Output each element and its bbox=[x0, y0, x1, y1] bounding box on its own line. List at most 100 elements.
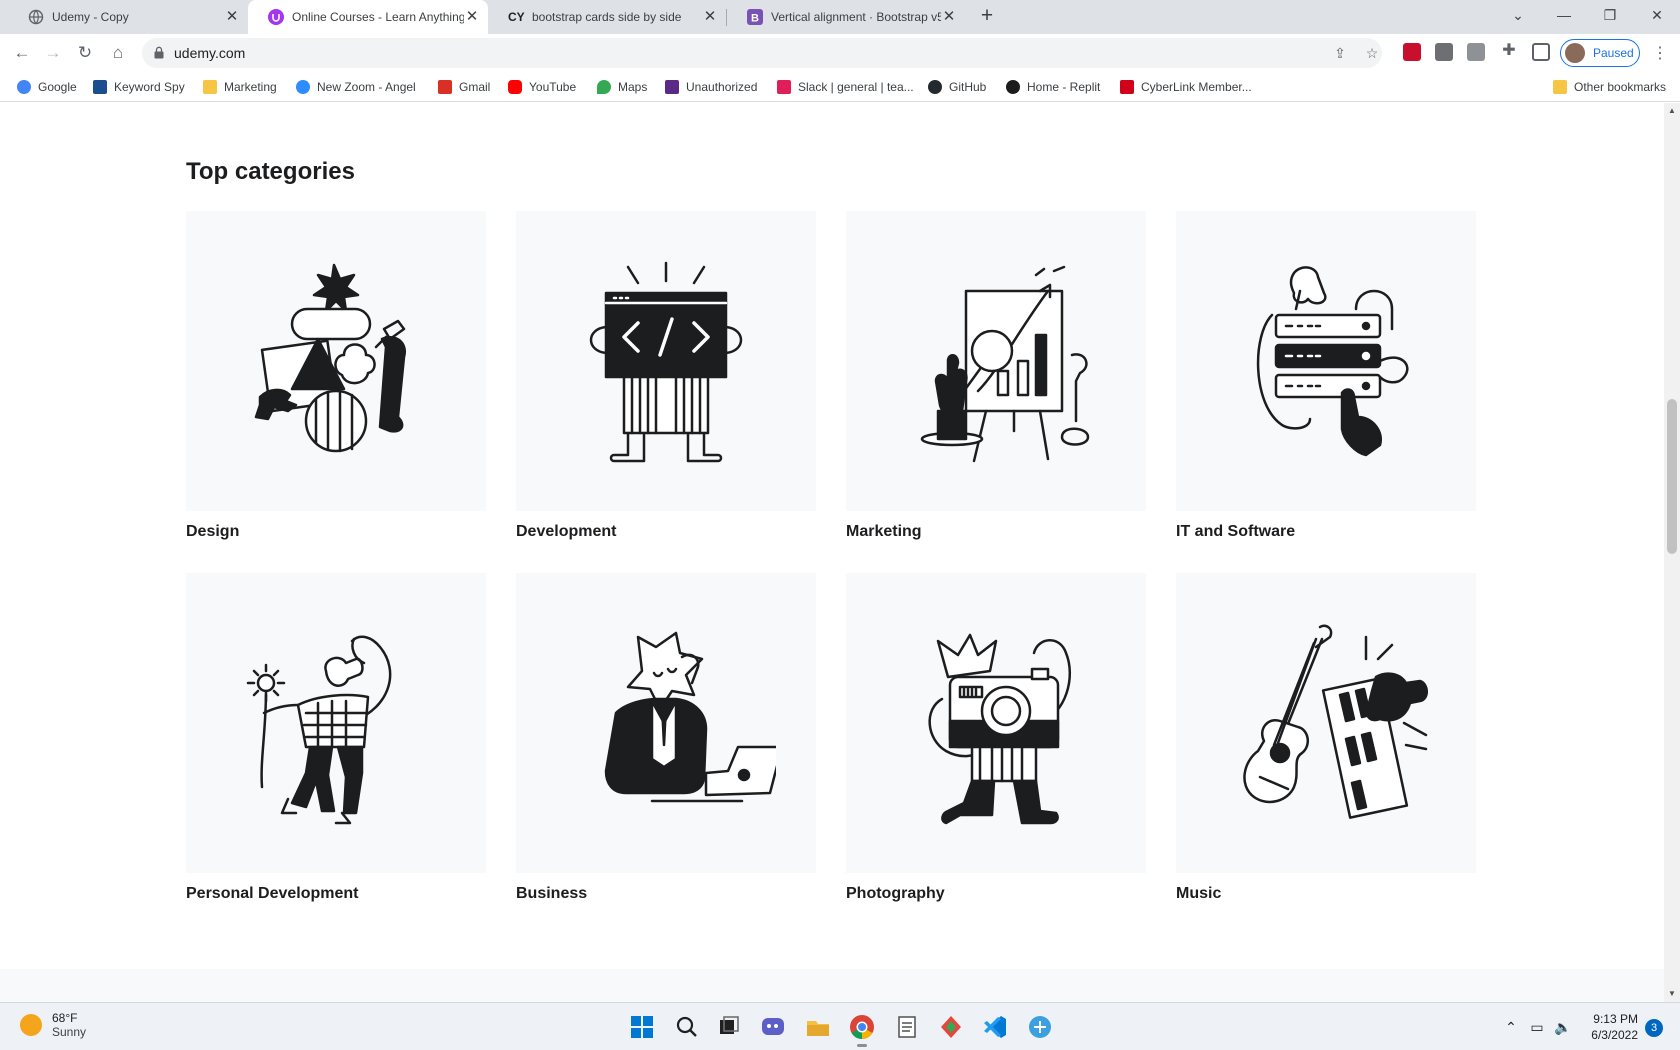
category-card-development[interactable]: Development bbox=[516, 211, 816, 541]
bookmark-gmail[interactable]: Gmail bbox=[438, 78, 490, 96]
reload-button[interactable]: ↻ bbox=[75, 43, 95, 63]
profile-button[interactable]: Paused bbox=[1560, 39, 1640, 67]
category-card-it-software[interactable]: IT and Software bbox=[1176, 211, 1476, 541]
chrome-taskbar-button[interactable] bbox=[848, 1013, 876, 1047]
network-icon[interactable]: ▭ bbox=[1528, 1018, 1546, 1036]
development-illustration-icon bbox=[589, 261, 743, 463]
windows-taskbar: 68°F Sunny ⌃ ▭ 🔈 9:13 PM 6/3/2022 3 bbox=[0, 1002, 1680, 1050]
clock-time: 9:13 PM bbox=[1593, 1012, 1638, 1026]
bookmark-github[interactable]: GitHub bbox=[928, 78, 986, 96]
back-button[interactable]: ← bbox=[12, 43, 32, 63]
category-card-music[interactable]: Music bbox=[1176, 573, 1476, 903]
system-clock[interactable]: 9:13 PM 6/3/2022 bbox=[1584, 1011, 1638, 1043]
gmail-icon bbox=[438, 80, 452, 94]
other-bookmarks-folder[interactable]: Other bookmarks bbox=[1553, 78, 1666, 96]
cyberlink-icon bbox=[1120, 80, 1134, 94]
puzzle-extensions-icon[interactable]: ✚ bbox=[1500, 43, 1518, 61]
bookmark-google[interactable]: Google bbox=[17, 78, 77, 96]
category-label: Marketing bbox=[846, 523, 922, 540]
page-scrollbar[interactable]: ▲ ▼ bbox=[1664, 103, 1680, 1002]
restore-button[interactable]: ❐ bbox=[1598, 4, 1622, 28]
side-panel-icon[interactable] bbox=[1532, 43, 1550, 61]
new-tab-button[interactable]: + bbox=[976, 5, 998, 28]
it-software-illustration-icon bbox=[1256, 266, 1409, 457]
notepad-icon[interactable] bbox=[893, 1013, 921, 1041]
tab-online-courses[interactable]: Online Courses - Learn Anything ✕ bbox=[248, 0, 488, 34]
photography-illustration-icon bbox=[928, 633, 1071, 825]
tab-close-icon[interactable]: ✕ bbox=[941, 9, 957, 25]
adobe-acrobat-extension-icon[interactable] bbox=[1403, 43, 1421, 61]
github-icon bbox=[928, 80, 942, 94]
home-button[interactable]: ⌂ bbox=[108, 43, 128, 63]
task-view-icon[interactable] bbox=[715, 1013, 743, 1041]
notification-badge[interactable]: 3 bbox=[1645, 1019, 1663, 1037]
tab-udemy-copy[interactable]: Udemy - Copy ✕ bbox=[8, 0, 248, 34]
section-title: Top categories bbox=[186, 158, 355, 185]
network-app-icon[interactable] bbox=[1026, 1013, 1054, 1041]
weather-description: Sunny bbox=[52, 1025, 87, 1039]
category-card-marketing[interactable]: Marketing bbox=[846, 211, 1146, 541]
windows-start-icon[interactable] bbox=[628, 1013, 656, 1041]
url-text: udemy.com bbox=[174, 45, 246, 61]
bookmark-new-zoom[interactable]: New Zoom - Angel bbox=[296, 78, 416, 96]
page-viewport: Top categories Design Development Market… bbox=[0, 103, 1664, 1002]
bookmark-youtube[interactable]: YouTube bbox=[508, 78, 576, 96]
category-card-business[interactable]: Business bbox=[516, 573, 816, 903]
tab-vertical-alignment[interactable]: B Vertical alignment · Bootstrap v5 ✕ bbox=[727, 0, 965, 34]
category-card-design[interactable]: Design bbox=[186, 211, 486, 541]
bookmark-label: Home - Replit bbox=[1027, 80, 1101, 94]
bookmark-label: Other bookmarks bbox=[1574, 80, 1667, 94]
app-icon[interactable] bbox=[937, 1013, 965, 1041]
avatar bbox=[1565, 43, 1585, 63]
globe-icon bbox=[28, 9, 44, 25]
category-image bbox=[846, 211, 1146, 511]
tab-strip: Udemy - Copy ✕ Online Courses - Learn An… bbox=[0, 0, 1680, 34]
share-icon[interactable]: ⇪ bbox=[1332, 45, 1348, 61]
design-illustration-icon bbox=[254, 263, 407, 453]
address-bar[interactable]: udemy.com ⇪ ☆ bbox=[142, 38, 1382, 68]
weather-widget[interactable]: 68°F Sunny bbox=[20, 1011, 86, 1039]
bookmark-cyberlink[interactable]: CyberLink Member... bbox=[1120, 78, 1252, 96]
music-illustration-icon bbox=[1243, 624, 1428, 819]
bookmark-star-icon[interactable]: ☆ bbox=[1364, 45, 1380, 61]
bookmark-marketing[interactable]: Marketing bbox=[203, 78, 277, 96]
category-label: Photography bbox=[846, 885, 945, 902]
tab-bootstrap-cards[interactable]: CY bootstrap cards side by side ✕ bbox=[488, 0, 726, 34]
menu-kebab-icon[interactable]: ⋮ bbox=[1652, 43, 1668, 63]
teams-chat-icon[interactable] bbox=[759, 1013, 787, 1041]
extension-icon[interactable] bbox=[1467, 43, 1485, 61]
scroll-down-arrow-icon[interactable]: ▼ bbox=[1664, 986, 1680, 1002]
category-image bbox=[186, 573, 486, 873]
scroll-up-arrow-icon[interactable]: ▲ bbox=[1664, 103, 1680, 119]
chrome-icon bbox=[850, 1015, 874, 1039]
tab-close-icon[interactable]: ✕ bbox=[464, 9, 480, 25]
search-icon[interactable] bbox=[673, 1013, 701, 1041]
tab-close-icon[interactable]: ✕ bbox=[702, 9, 718, 25]
volume-icon[interactable]: 🔈 bbox=[1554, 1018, 1572, 1036]
scrollbar-thumb[interactable] bbox=[1667, 399, 1677, 554]
category-label: Business bbox=[516, 885, 588, 902]
udemy-icon bbox=[268, 9, 284, 25]
maps-icon bbox=[597, 80, 611, 94]
vscode-icon[interactable] bbox=[981, 1013, 1009, 1041]
close-window-button[interactable]: ✕ bbox=[1645, 4, 1669, 28]
clock-date: 6/3/2022 bbox=[1591, 1028, 1638, 1042]
bookmark-keyword-spy[interactable]: Keyword Spy bbox=[93, 78, 185, 96]
category-label: IT and Software bbox=[1176, 523, 1296, 540]
tab-close-icon[interactable]: ✕ bbox=[224, 9, 240, 25]
bookmark-maps[interactable]: Maps bbox=[597, 78, 647, 96]
category-card-photography[interactable]: Photography bbox=[846, 573, 1146, 903]
file-explorer-icon[interactable] bbox=[804, 1013, 832, 1041]
minimize-button[interactable]: — bbox=[1552, 4, 1576, 28]
bookmark-unauthorized[interactable]: Unauthorized bbox=[665, 78, 757, 96]
tray-overflow-chevron-icon[interactable]: ⌃ bbox=[1502, 1018, 1520, 1036]
category-card-personal-development[interactable]: Personal Development bbox=[186, 573, 486, 903]
tab-search-chevron-icon[interactable]: ⌄ bbox=[1506, 4, 1530, 28]
facebook-extension-icon[interactable] bbox=[1435, 43, 1453, 61]
bookmark-label: CyberLink Member... bbox=[1141, 80, 1252, 94]
bookmark-slack[interactable]: Slack | general | tea... bbox=[777, 78, 914, 96]
codeply-icon: CY bbox=[508, 10, 525, 24]
forward-button[interactable]: → bbox=[43, 43, 63, 63]
marketing-illustration-icon bbox=[920, 265, 1090, 463]
bookmark-replit[interactable]: Home - Replit bbox=[1006, 78, 1100, 96]
